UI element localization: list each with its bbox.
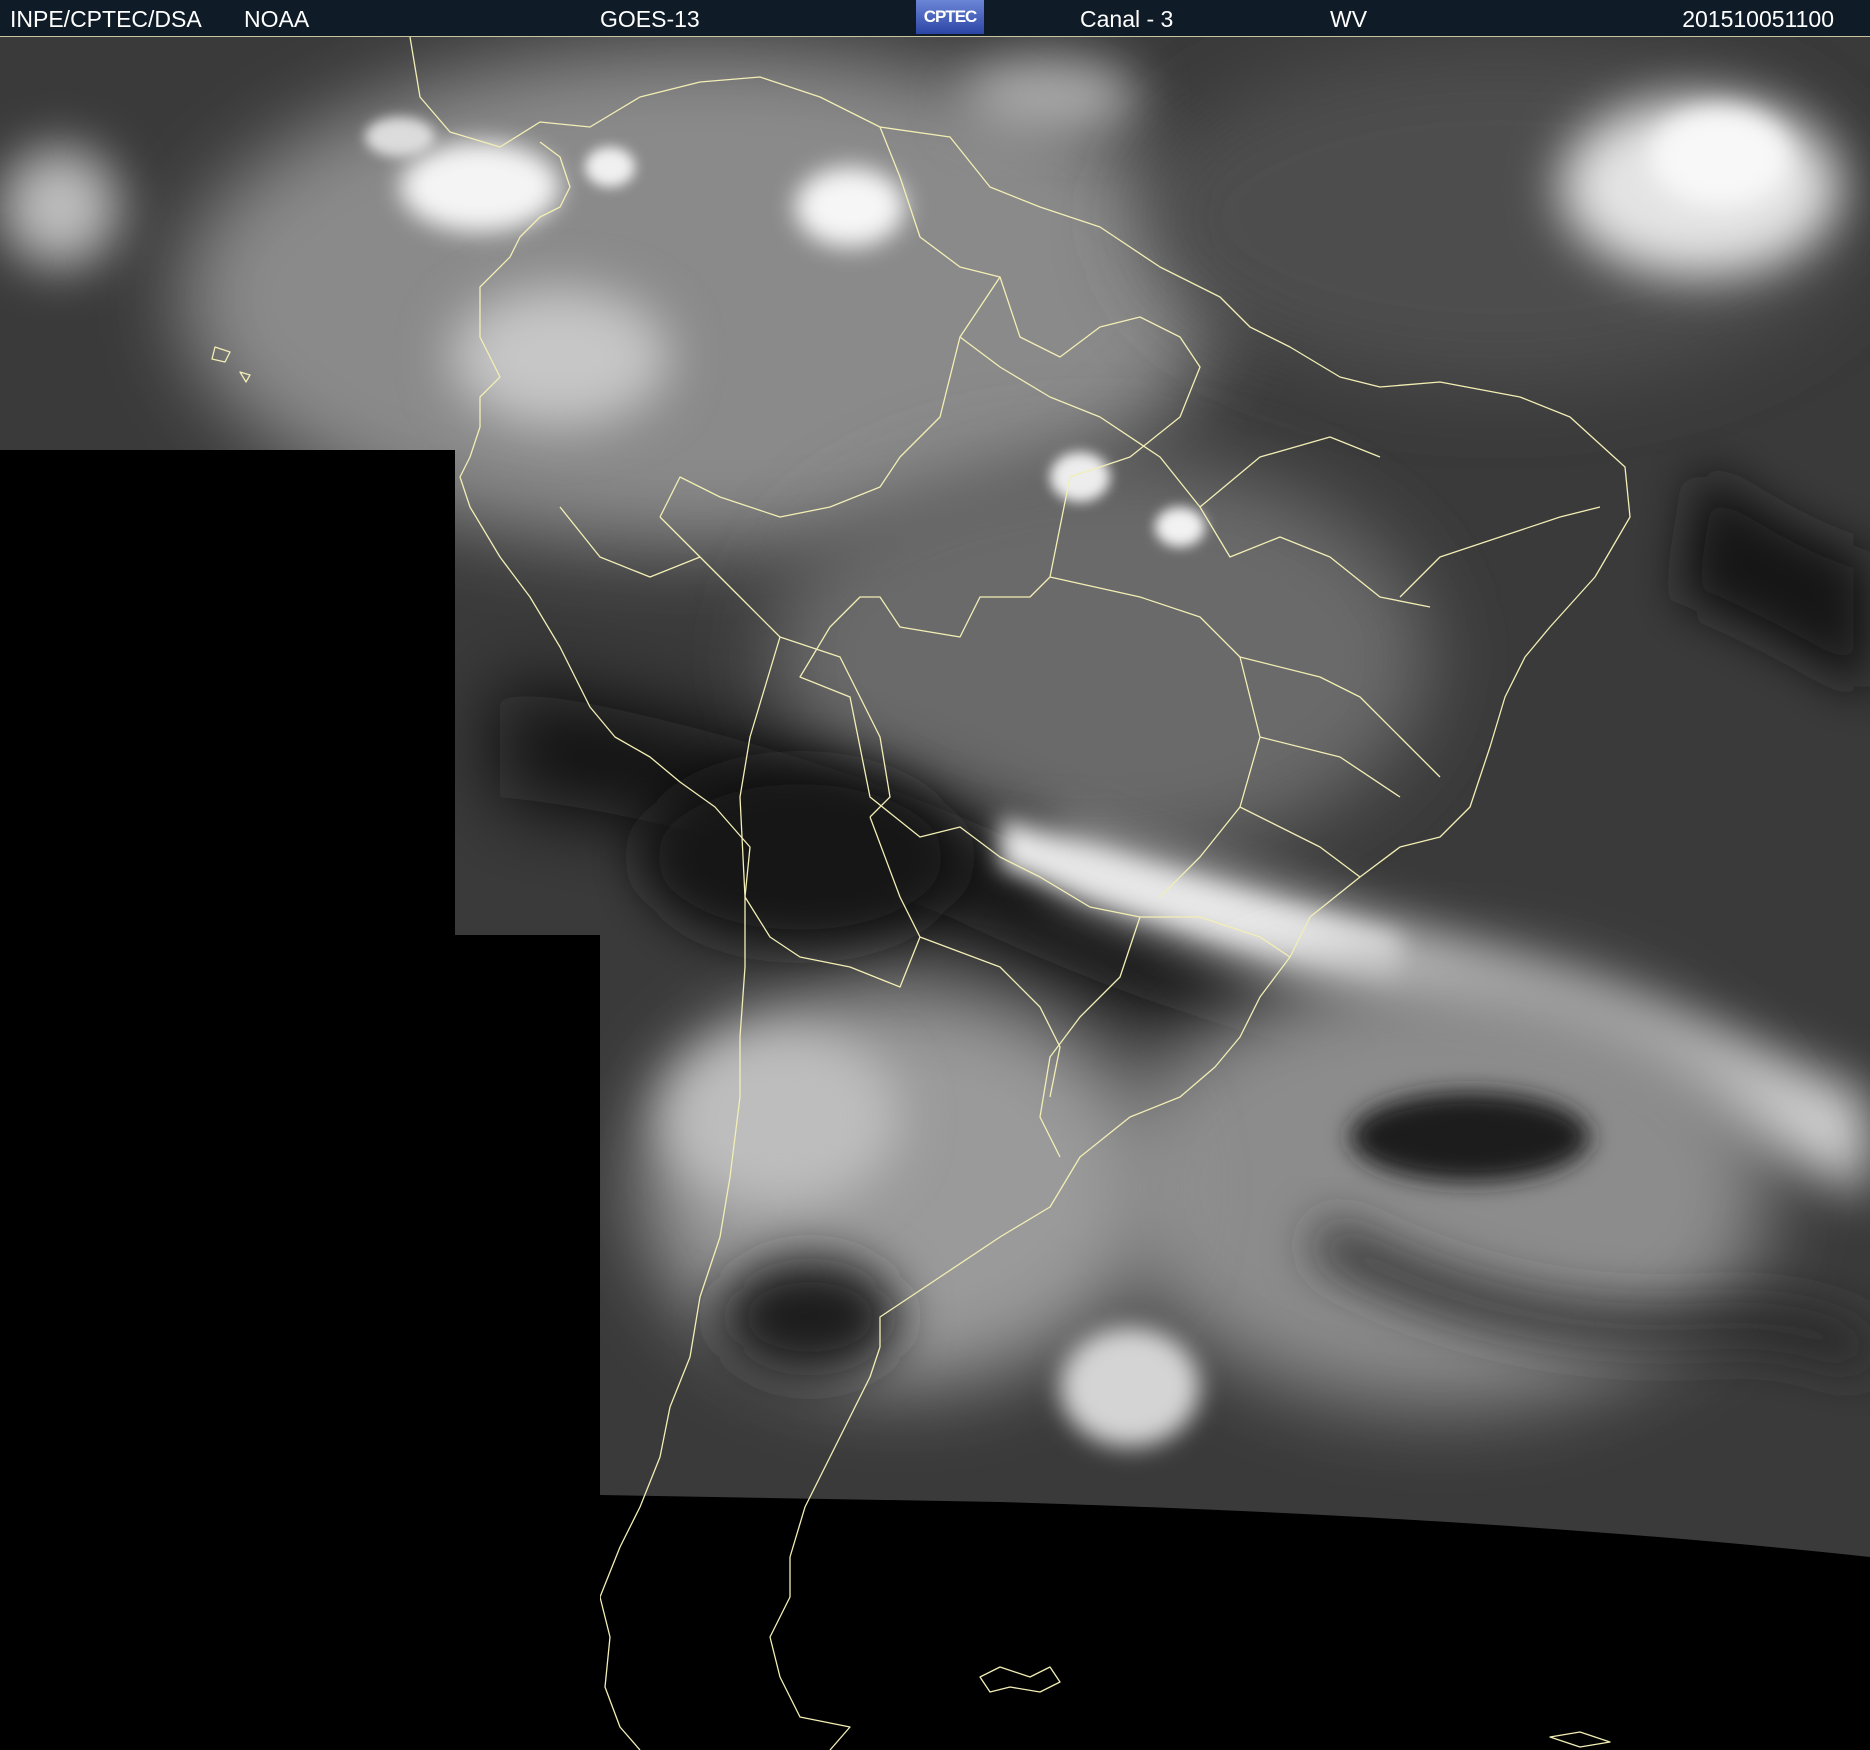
no-data-region-west xyxy=(0,450,455,1750)
channel-label: Canal - 3 xyxy=(1080,6,1174,32)
no-data-region-southwest xyxy=(455,935,600,1750)
band-label: WV xyxy=(1330,6,1368,32)
organization-label: INPE/CPTEC/DSA xyxy=(10,6,202,32)
water-vapor-map xyxy=(0,37,1870,1750)
agency-label: NOAA xyxy=(244,6,310,32)
image-header-bar: INPE/CPTEC/DSA NOAA GOES-13 CPTEC Canal … xyxy=(0,0,1870,37)
satellite-image-viewer: INPE/CPTEC/DSA NOAA GOES-13 CPTEC Canal … xyxy=(0,0,1870,1750)
satellite-label: GOES-13 xyxy=(600,6,700,32)
timestamp-label: 201510051100 xyxy=(1682,6,1834,32)
cptec-logo: CPTEC xyxy=(916,0,984,34)
